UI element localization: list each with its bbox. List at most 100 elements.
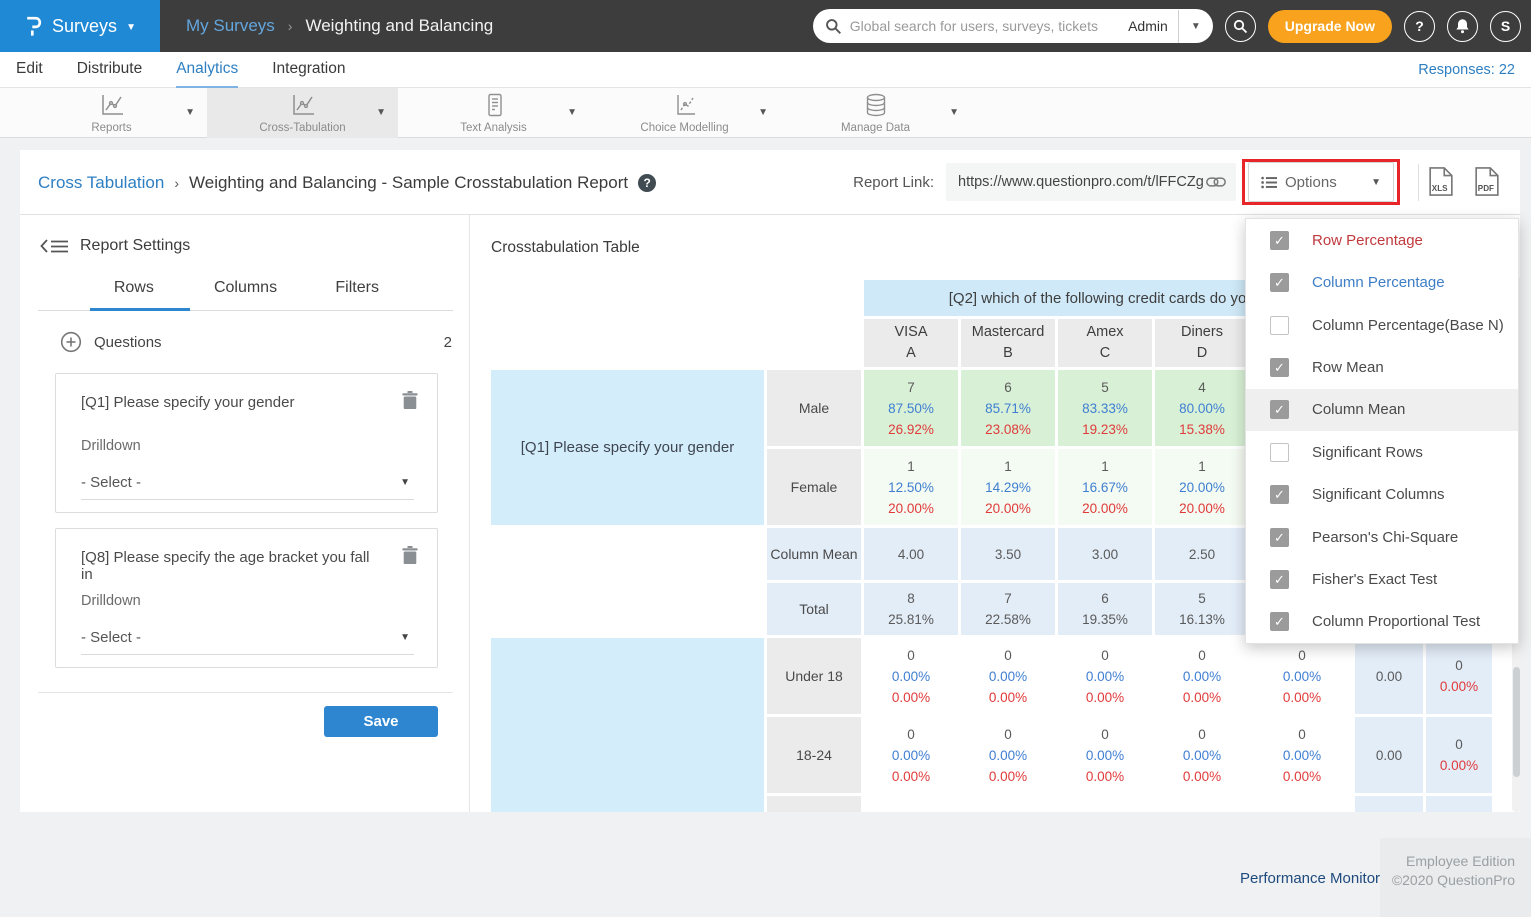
checked-checkbox[interactable]: ✓ [1270, 400, 1289, 419]
crosstab-row-question [491, 528, 764, 635]
menu-item-label: Row Mean [1312, 359, 1384, 376]
search-scope-chevron-icon[interactable]: ▼ [1179, 21, 1213, 32]
svg-text:XLS: XLS [1432, 184, 1448, 193]
menu-item-column-percentage-base-n[interactable]: Column Percentage(Base N) [1246, 304, 1518, 346]
crosstab-row-total-cell: 00.00% [1426, 717, 1492, 793]
trash-icon[interactable] [401, 390, 419, 411]
notifications-button[interactable] [1447, 11, 1478, 42]
checked-checkbox[interactable]: ✓ [1270, 273, 1289, 292]
top-bar-actions: Admin ▼ Upgrade Now ? S [813, 9, 1531, 43]
toolbar-item-cross-tabulation[interactable]: ▼ Cross-Tabulation [207, 88, 398, 138]
options-button[interactable]: Options ▼ [1248, 162, 1394, 202]
export-xls-button[interactable]: XLS [1428, 166, 1454, 197]
line-chart-icon [16, 93, 207, 117]
tab-rows[interactable]: Rows [78, 279, 190, 310]
analytics-toolbar: ▼ Reports ▼ Cross-Tabulation ▼ [0, 88, 1531, 138]
menu-item-row-percentage[interactable]: ✓ Row Percentage [1246, 219, 1518, 261]
help-button[interactable]: ? [1404, 11, 1435, 42]
crosstab-column-header: VISAA [864, 319, 958, 367]
tab-analytics[interactable]: Analytics [176, 52, 238, 88]
breadcrumb-separator-icon: › [174, 175, 179, 191]
menu-item-fisher-s-exact-test[interactable]: ✓Fisher's Exact Test [1246, 558, 1518, 600]
crosstab-cell: 116.67%20.00% [1058, 449, 1152, 525]
menu-item-row-mean[interactable]: ✓ Row Mean [1246, 346, 1518, 388]
menu-item-significant-rows[interactable]: Significant Rows [1246, 431, 1518, 473]
menu-item-column-mean[interactable]: ✓Column Mean [1246, 389, 1518, 431]
unchecked-checkbox[interactable] [1270, 316, 1289, 335]
toolbar-item-reports[interactable]: ▼ Reports [16, 88, 207, 138]
question-label: [Q8] Please specify the age bracket you … [81, 549, 381, 583]
tab-edit[interactable]: Edit [16, 52, 43, 88]
crosstab-cell: 583.33%19.23% [1058, 370, 1152, 446]
menu-item-column-percentage[interactable]: ✓Column Percentage [1246, 261, 1518, 303]
crosstab-cell: 00.00%0.00% [961, 638, 1055, 714]
trash-icon[interactable] [401, 545, 419, 566]
crosstab-title: Crosstabulation Table [491, 239, 640, 257]
breadcrumb-my-surveys[interactable]: My Surveys [186, 16, 275, 36]
collapse-panel-icon [40, 239, 68, 253]
chevron-down-icon: ▼ [400, 477, 414, 488]
active-tab-underline [90, 308, 190, 311]
menu-item-label: Pearson's Chi-Square [1312, 529, 1458, 546]
crosstab-cell: 516.13% [1155, 583, 1249, 635]
report-settings-toggle[interactable]: Report Settings [40, 237, 190, 255]
crosstab-cell: 619.35% [1058, 583, 1152, 635]
search-submit-button[interactable] [1225, 11, 1256, 42]
drilldown-select[interactable]: - Select - ▼ [81, 466, 414, 500]
export-pdf-button[interactable]: PDF [1474, 166, 1500, 197]
avatar[interactable]: S [1490, 11, 1521, 42]
questionpro-logo-icon [24, 14, 43, 39]
chevron-down-icon[interactable]: ▼ [376, 107, 386, 118]
chevron-down-icon[interactable]: ▼ [949, 107, 959, 118]
toolbar-item-choice-modelling[interactable]: ▼ Choice Modelling [589, 88, 780, 138]
upgrade-now-button[interactable]: Upgrade Now [1268, 10, 1392, 43]
scrollbar-thumb[interactable] [1513, 667, 1520, 777]
menu-item-pearson-s-chi-square[interactable]: ✓ Pearson's Chi-Square [1246, 516, 1518, 558]
checked-checkbox[interactable]: ✓ [1270, 231, 1289, 250]
checked-checkbox[interactable]: ✓ [1270, 612, 1289, 631]
toolbar-item-text-analysis[interactable]: ▼ Text Analysis [398, 88, 589, 138]
save-button[interactable]: Save [324, 706, 438, 737]
divider [1418, 164, 1419, 201]
toolbar-item-manage-data[interactable]: ▼ Manage Data [780, 88, 971, 138]
tab-columns[interactable]: Columns [190, 279, 302, 310]
help-icon[interactable]: ? [638, 174, 656, 192]
tab-distribute[interactable]: Distribute [77, 52, 142, 88]
performance-monitor-link[interactable]: Performance Monitor [1240, 870, 1380, 887]
search-input[interactable] [850, 18, 1118, 34]
menu-item-significant-columns[interactable]: ✓Significant Columns [1246, 473, 1518, 515]
responses-count: Responses: 22 [1418, 52, 1515, 88]
checked-checkbox[interactable]: ✓ [1270, 570, 1289, 589]
chevron-down-icon: ▼ [126, 22, 136, 33]
product-switcher[interactable]: Surveys ▼ [0, 0, 160, 52]
menu-item-column-proportional-test[interactable]: ✓ Column Proportional Test [1246, 601, 1518, 643]
edition-box: Employee Edition ©2020 QuestionPro [1380, 838, 1531, 917]
menu-item-label: Column Proportional Test [1312, 613, 1480, 630]
menu-item-label: Row Percentage [1312, 232, 1423, 249]
checked-checkbox[interactable]: ✓ [1270, 358, 1289, 377]
drilldown-select[interactable]: - Select - ▼ [81, 621, 414, 655]
tab-integration[interactable]: Integration [272, 52, 345, 88]
chevron-down-icon[interactable]: ▼ [185, 107, 195, 118]
crosstab-column-header: AmexC [1058, 319, 1152, 367]
link-icon[interactable] [1206, 176, 1226, 188]
unchecked-checkbox[interactable] [1270, 443, 1289, 462]
chevron-down-icon[interactable]: ▼ [758, 107, 768, 118]
search-scope[interactable]: Admin [1118, 18, 1178, 34]
bell-icon [1455, 18, 1470, 34]
plus-circle-icon[interactable] [60, 331, 82, 353]
crosstab-cell: 00.00%0.00% [1252, 638, 1352, 714]
report-link-url[interactable]: https://www.questionpro.com/t/lFFCZg [958, 174, 1206, 190]
chevron-down-icon[interactable]: ▼ [567, 107, 577, 118]
cross-tabulation-link[interactable]: Cross Tabulation [38, 173, 164, 193]
tab-filters[interactable]: Filters [301, 279, 413, 310]
drilldown-label: Drilldown [81, 438, 141, 454]
questions-section-header[interactable]: Questions 2 [60, 331, 452, 353]
search-icon [825, 18, 842, 35]
checked-checkbox[interactable]: ✓ [1270, 485, 1289, 504]
breadcrumb: My Surveys › Weighting and Balancing [186, 16, 493, 36]
crosstab-cell: 120.00%20.00% [1155, 449, 1249, 525]
report-link-field[interactable]: https://www.questionpro.com/t/lFFCZg [946, 163, 1236, 201]
checked-checkbox[interactable]: ✓ [1270, 528, 1289, 547]
crosstab-row-mean-cell: 0.00 [1355, 638, 1423, 714]
